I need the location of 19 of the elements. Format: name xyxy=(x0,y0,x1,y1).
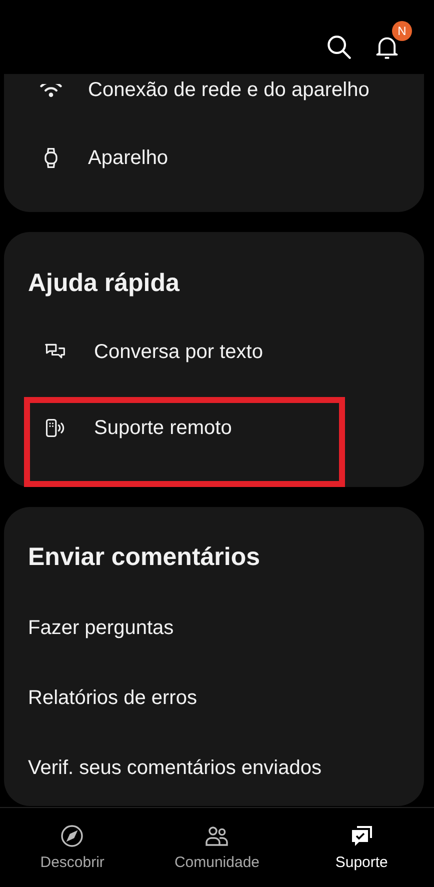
search-button[interactable] xyxy=(326,34,352,60)
menu-item[interactable]: Fazer perguntas xyxy=(28,616,174,640)
phone-signal-icon xyxy=(44,417,66,439)
menu-item[interactable]: Conversa por texto xyxy=(94,340,263,364)
menu-item[interactable]: Suporte remoto xyxy=(94,416,232,440)
wifi-icon xyxy=(40,84,62,96)
people-icon xyxy=(204,824,229,848)
chat-check-icon xyxy=(350,824,374,848)
menu-item[interactable]: Relatórios de erros xyxy=(28,686,197,710)
menu-item[interactable]: Verif. seus comentários enviados xyxy=(28,756,322,780)
nav-tab[interactable]: Comunidade xyxy=(146,824,287,871)
notification-badge: N xyxy=(392,21,412,41)
section-title: Ajuda rápida xyxy=(28,268,180,299)
compass-icon xyxy=(60,824,84,848)
section-title: Enviar comentários xyxy=(28,542,262,573)
nav-tab[interactable]: Suporte xyxy=(292,824,432,871)
menu-item[interactable]: Aparelho xyxy=(88,146,168,170)
menu-item[interactable]: Conexão de rede e do aparelho xyxy=(88,78,370,102)
nav-tab[interactable]: Descobrir xyxy=(2,824,142,871)
